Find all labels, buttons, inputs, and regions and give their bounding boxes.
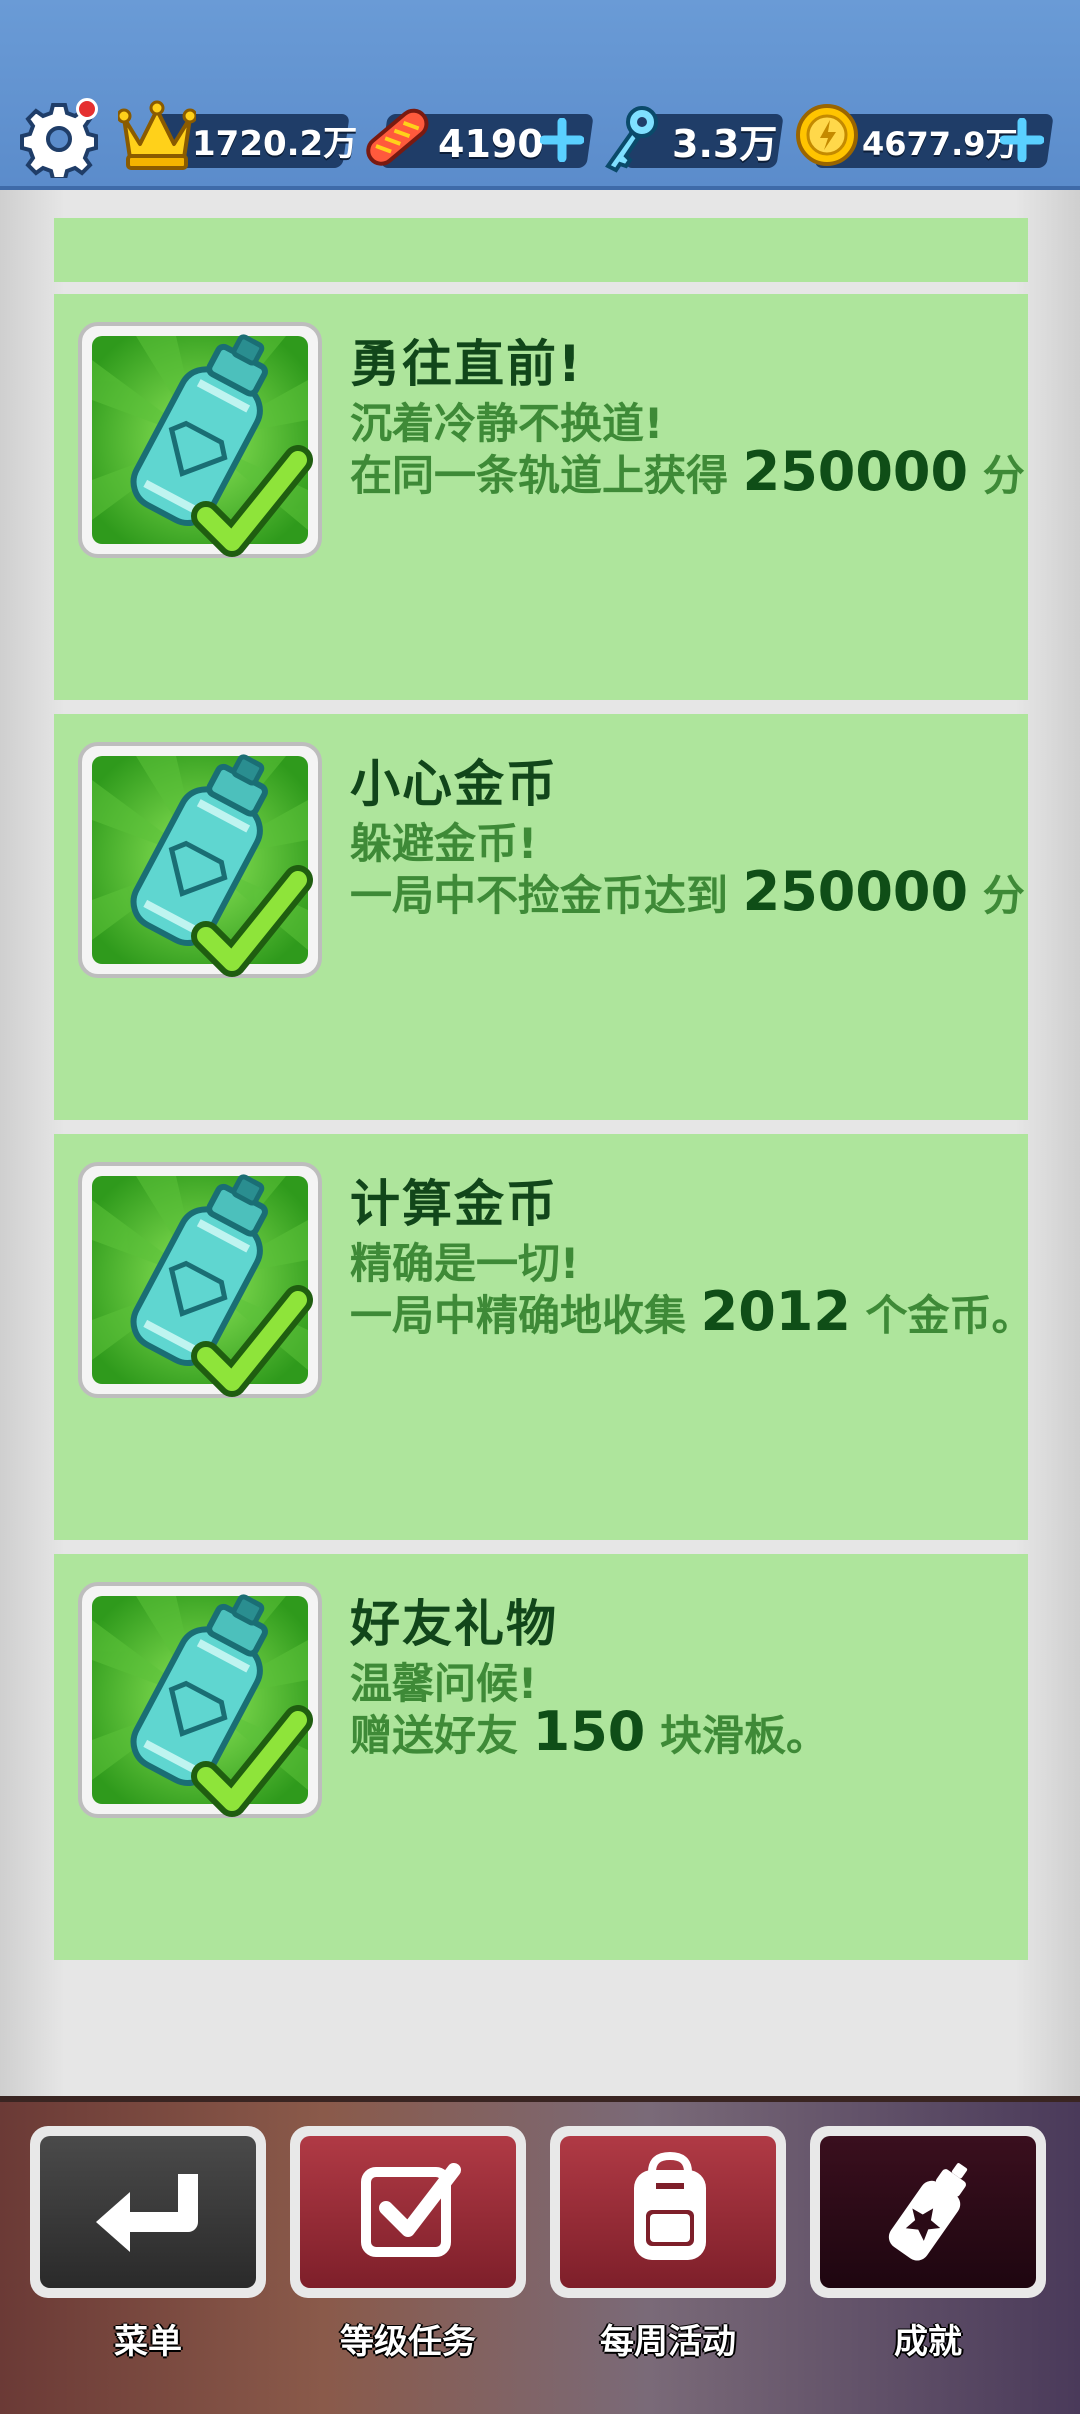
achievement-card: 计算金币 精确是一切! 一局中精确地收集 2012 个金币。 [54, 1134, 1028, 1540]
coin-icon [796, 104, 858, 166]
skateboard-icon [366, 108, 429, 166]
plus-icon[interactable] [540, 118, 584, 162]
menu-label: 菜单 [114, 2322, 182, 2362]
boards-value: 4190 [438, 122, 544, 166]
checkbox-icon [361, 2163, 461, 2257]
achievement-description: 一局中精确地收集 2012 个金币。 [350, 1280, 1028, 1343]
crown-icon [118, 100, 196, 170]
achievement-card: 勇往直前! 沉着冷静不换道! 在同一条轨道上获得 250000 分 [54, 294, 1028, 700]
achievements-tab-button[interactable] [810, 2126, 1046, 2298]
achievement-card: 好友礼物 温馨问候! 赠送好友 150 块滑板。 [54, 1554, 1028, 1960]
weekly-events-button[interactable] [550, 2126, 786, 2298]
keys-value: 3.3万 [672, 122, 778, 166]
achievement-card-partial [54, 218, 1028, 282]
spray-can-icon [78, 1162, 322, 1398]
achievement-description: 在同一条轨道上获得 250000 分 [350, 440, 1025, 503]
achievement-card: 小心金币 躲避金币! 一局中不捡金币达到 250000 分 [54, 714, 1028, 1120]
spray-can-icon [78, 742, 322, 978]
achievement-title: 好友礼物 [350, 1595, 558, 1653]
spray-can-icon [78, 322, 322, 558]
level-tasks-label: 等级任务 [340, 2322, 476, 2362]
return-arrow-icon [96, 2174, 198, 2252]
top-status-bar: 1720.2万 4190 3.3万 4677.9万 [0, 0, 1080, 190]
plus-icon[interactable] [1000, 118, 1044, 162]
achievements-panel[interactable]: 勇往直前! 沉着冷静不换道! 在同一条轨道上获得 250000 分 小心金币 躲… [0, 190, 1080, 2096]
achievement-description: 一局中不捡金币达到 250000 分 [350, 860, 1025, 923]
notification-dot [76, 98, 98, 120]
backpack-icon [634, 2151, 706, 2260]
menu-button[interactable] [30, 2126, 266, 2298]
settings-button[interactable] [20, 98, 98, 181]
achievement-description: 赠送好友 150 块滑板。 [350, 1700, 828, 1763]
coins-value: 4677.9万 [862, 125, 1018, 163]
spray-can-icon [888, 2163, 968, 2261]
spray-can-icon [78, 1582, 322, 1818]
bottom-navigation: 菜单 等级任务 每周活动 成就 [0, 2096, 1080, 2414]
crowns-value: 1720.2万 [192, 124, 358, 164]
achievement-title: 计算金币 [350, 1175, 558, 1233]
weekly-events-label: 每周活动 [600, 2322, 736, 2362]
achievements-tab-label: 成就 [894, 2322, 962, 2362]
achievement-title: 小心金币 [350, 755, 558, 813]
level-tasks-button[interactable] [290, 2126, 526, 2298]
achievement-title: 勇往直前! [350, 335, 583, 393]
key-icon [605, 106, 658, 173]
